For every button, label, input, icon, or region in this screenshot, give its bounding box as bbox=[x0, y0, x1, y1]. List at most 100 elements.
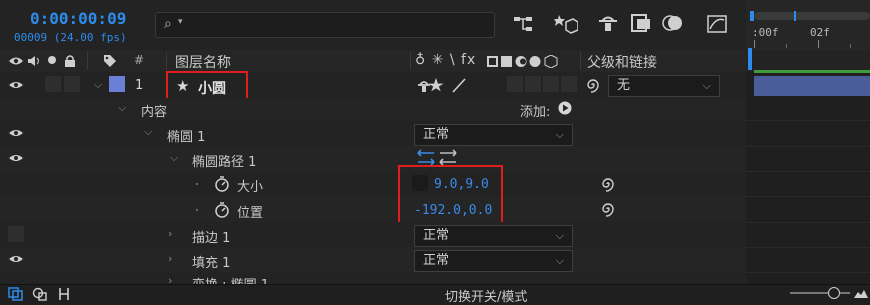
ruler-tick bbox=[850, 44, 851, 48]
work-area-bar[interactable] bbox=[754, 12, 870, 20]
current-time-display[interactable]: 0:00:00:09 bbox=[30, 9, 126, 28]
switch-box[interactable] bbox=[525, 76, 541, 92]
expression-spiral-icon[interactable] bbox=[600, 176, 616, 192]
frame-fps-readout: 00009 (24.00 fps) bbox=[14, 31, 127, 44]
contents-label: 内容 bbox=[141, 105, 168, 120]
column-divider bbox=[166, 52, 167, 70]
stroke-label[interactable]: 描边 1 bbox=[192, 227, 230, 246]
ellipse-group-label[interactable]: 椭圆 1 bbox=[167, 126, 205, 145]
ellipse-group-row[interactable] bbox=[0, 121, 746, 147]
add-play-icon[interactable] bbox=[558, 101, 572, 115]
blend-mode-value: 正常 bbox=[423, 253, 450, 268]
switch-box[interactable] bbox=[561, 76, 577, 92]
column-header-hash[interactable]: # bbox=[134, 53, 144, 67]
shape-layer-star-icon: ★ bbox=[176, 77, 190, 95]
layer-search-input[interactable]: ⌕ ▾ bbox=[155, 12, 495, 38]
position-property-row[interactable] bbox=[0, 196, 746, 223]
ellipse-twirl-icon[interactable]: ⌵ bbox=[144, 125, 152, 139]
playhead[interactable] bbox=[748, 48, 752, 70]
chevron-down-icon: ⌵ bbox=[555, 229, 564, 242]
ellipse-visibility-eye-icon[interactable] bbox=[8, 128, 24, 138]
stroke-visibility-toggle[interactable] bbox=[8, 226, 24, 242]
flowchart-icon[interactable] bbox=[512, 14, 534, 34]
fill-blend-mode-select[interactable]: 正常 ⌵ bbox=[414, 250, 573, 272]
footer-bar bbox=[0, 284, 870, 305]
ruler-tick bbox=[818, 40, 819, 48]
add-label: 添加: bbox=[520, 105, 551, 120]
audio-speaker-icon[interactable] bbox=[27, 55, 43, 67]
ellipse-path-twirl-icon[interactable]: ⌵ bbox=[170, 151, 178, 165]
time-marker bbox=[794, 11, 796, 21]
transfer-controls-pane-icon[interactable] bbox=[32, 287, 48, 301]
contents-row bbox=[0, 98, 746, 122]
motion-blur-icon[interactable] bbox=[662, 13, 684, 33]
chevron-down-icon: ⌵ bbox=[702, 79, 711, 92]
ellipse-path-label[interactable]: 椭圆路径 1 bbox=[192, 151, 256, 170]
ruler-tick bbox=[754, 40, 755, 48]
layer-visibility-eye-icon[interactable] bbox=[8, 80, 24, 90]
ellipse-path-row[interactable] bbox=[0, 146, 746, 172]
track-divider bbox=[746, 222, 870, 223]
position-label: 位置 bbox=[237, 206, 264, 221]
work-area-start-handle[interactable] bbox=[750, 11, 754, 21]
stroke-blend-mode-select[interactable]: 正常 ⌵ bbox=[414, 225, 573, 247]
timeline-track-area[interactable] bbox=[746, 72, 870, 284]
highlight-box-values bbox=[398, 165, 503, 229]
zoom-slider-handle[interactable] bbox=[828, 287, 840, 299]
chevron-down-icon: ⌵ bbox=[555, 128, 564, 141]
layer-switches-pane-icon[interactable] bbox=[8, 287, 24, 301]
ruler-tick bbox=[786, 44, 787, 48]
chevron-down-icon: ▾ bbox=[178, 17, 183, 27]
ellipse-blend-mode-select[interactable]: 正常 ⌵ bbox=[414, 124, 573, 146]
ellipse-path-eye-icon[interactable] bbox=[8, 153, 24, 163]
layer-name[interactable]: 小圆 bbox=[198, 78, 226, 98]
switch-box[interactable] bbox=[543, 76, 559, 92]
layer-switch-icons[interactable] bbox=[417, 77, 469, 93]
shy-layers-icon[interactable] bbox=[597, 13, 619, 33]
solo-dot-icon[interactable] bbox=[48, 56, 56, 64]
tree-dot bbox=[196, 209, 198, 211]
label-tag-icon[interactable] bbox=[103, 54, 117, 68]
in-out-pane-icon[interactable] bbox=[57, 287, 71, 301]
switches-column-icons[interactable]: ♁ ✳ \ fx bbox=[415, 52, 476, 68]
stroke-row[interactable] bbox=[0, 222, 746, 248]
column-divider bbox=[410, 52, 411, 70]
stroke-twirl-icon[interactable]: › bbox=[168, 227, 172, 240]
time-ruler[interactable]: :00f 02f bbox=[746, 0, 870, 50]
switch-header-icons bbox=[487, 55, 558, 68]
parent-select-value: 无 bbox=[617, 78, 631, 93]
expression-spiral-icon[interactable] bbox=[600, 201, 616, 217]
fill-visibility-eye-icon[interactable] bbox=[8, 254, 24, 264]
stopwatch-icon[interactable] bbox=[214, 176, 230, 192]
column-header-layer-name[interactable]: 图层名称 bbox=[175, 52, 231, 72]
contents-twirl-icon[interactable]: ⌵ bbox=[118, 101, 126, 115]
size-property-row[interactable] bbox=[0, 171, 746, 197]
graph-editor-icon[interactable] bbox=[706, 13, 728, 35]
track-divider bbox=[746, 247, 870, 248]
zoom-in-mountains-icon[interactable] bbox=[854, 287, 868, 299]
lock-icon[interactable] bbox=[64, 54, 76, 67]
parent-select[interactable]: 无 ⌵ bbox=[608, 75, 720, 97]
fill-label[interactable]: 填充 1 bbox=[192, 252, 230, 271]
track-divider bbox=[746, 272, 870, 273]
zoom-slider-track[interactable] bbox=[790, 292, 850, 294]
switch-box[interactable] bbox=[507, 76, 523, 92]
toggle-switches-modes-button[interactable]: 切换开关/模式 bbox=[445, 286, 527, 305]
stopwatch-icon[interactable] bbox=[214, 202, 230, 218]
size-label: 大小 bbox=[237, 180, 264, 195]
search-icon: ⌕ bbox=[164, 16, 172, 32]
layer-time-bar[interactable] bbox=[754, 76, 870, 96]
frame-blending-icon[interactable] bbox=[630, 13, 652, 33]
pick-whip-icon[interactable] bbox=[585, 77, 601, 93]
layer-index: 1 bbox=[135, 78, 144, 93]
layer-label-color-swatch[interactable] bbox=[109, 76, 125, 92]
layer-twirl-down-icon[interactable]: ⌵ bbox=[94, 78, 102, 92]
video-eye-icon[interactable] bbox=[8, 55, 24, 67]
solo-switch[interactable] bbox=[45, 76, 61, 92]
column-header-parent-link[interactable]: 父级和链接 bbox=[587, 52, 657, 72]
draft-3d-icon[interactable] bbox=[554, 12, 578, 34]
fill-row[interactable] bbox=[0, 247, 746, 273]
chevron-down-icon: ⌵ bbox=[555, 254, 564, 267]
lock-switch[interactable] bbox=[64, 76, 80, 92]
fill-twirl-icon[interactable]: › bbox=[168, 252, 172, 265]
